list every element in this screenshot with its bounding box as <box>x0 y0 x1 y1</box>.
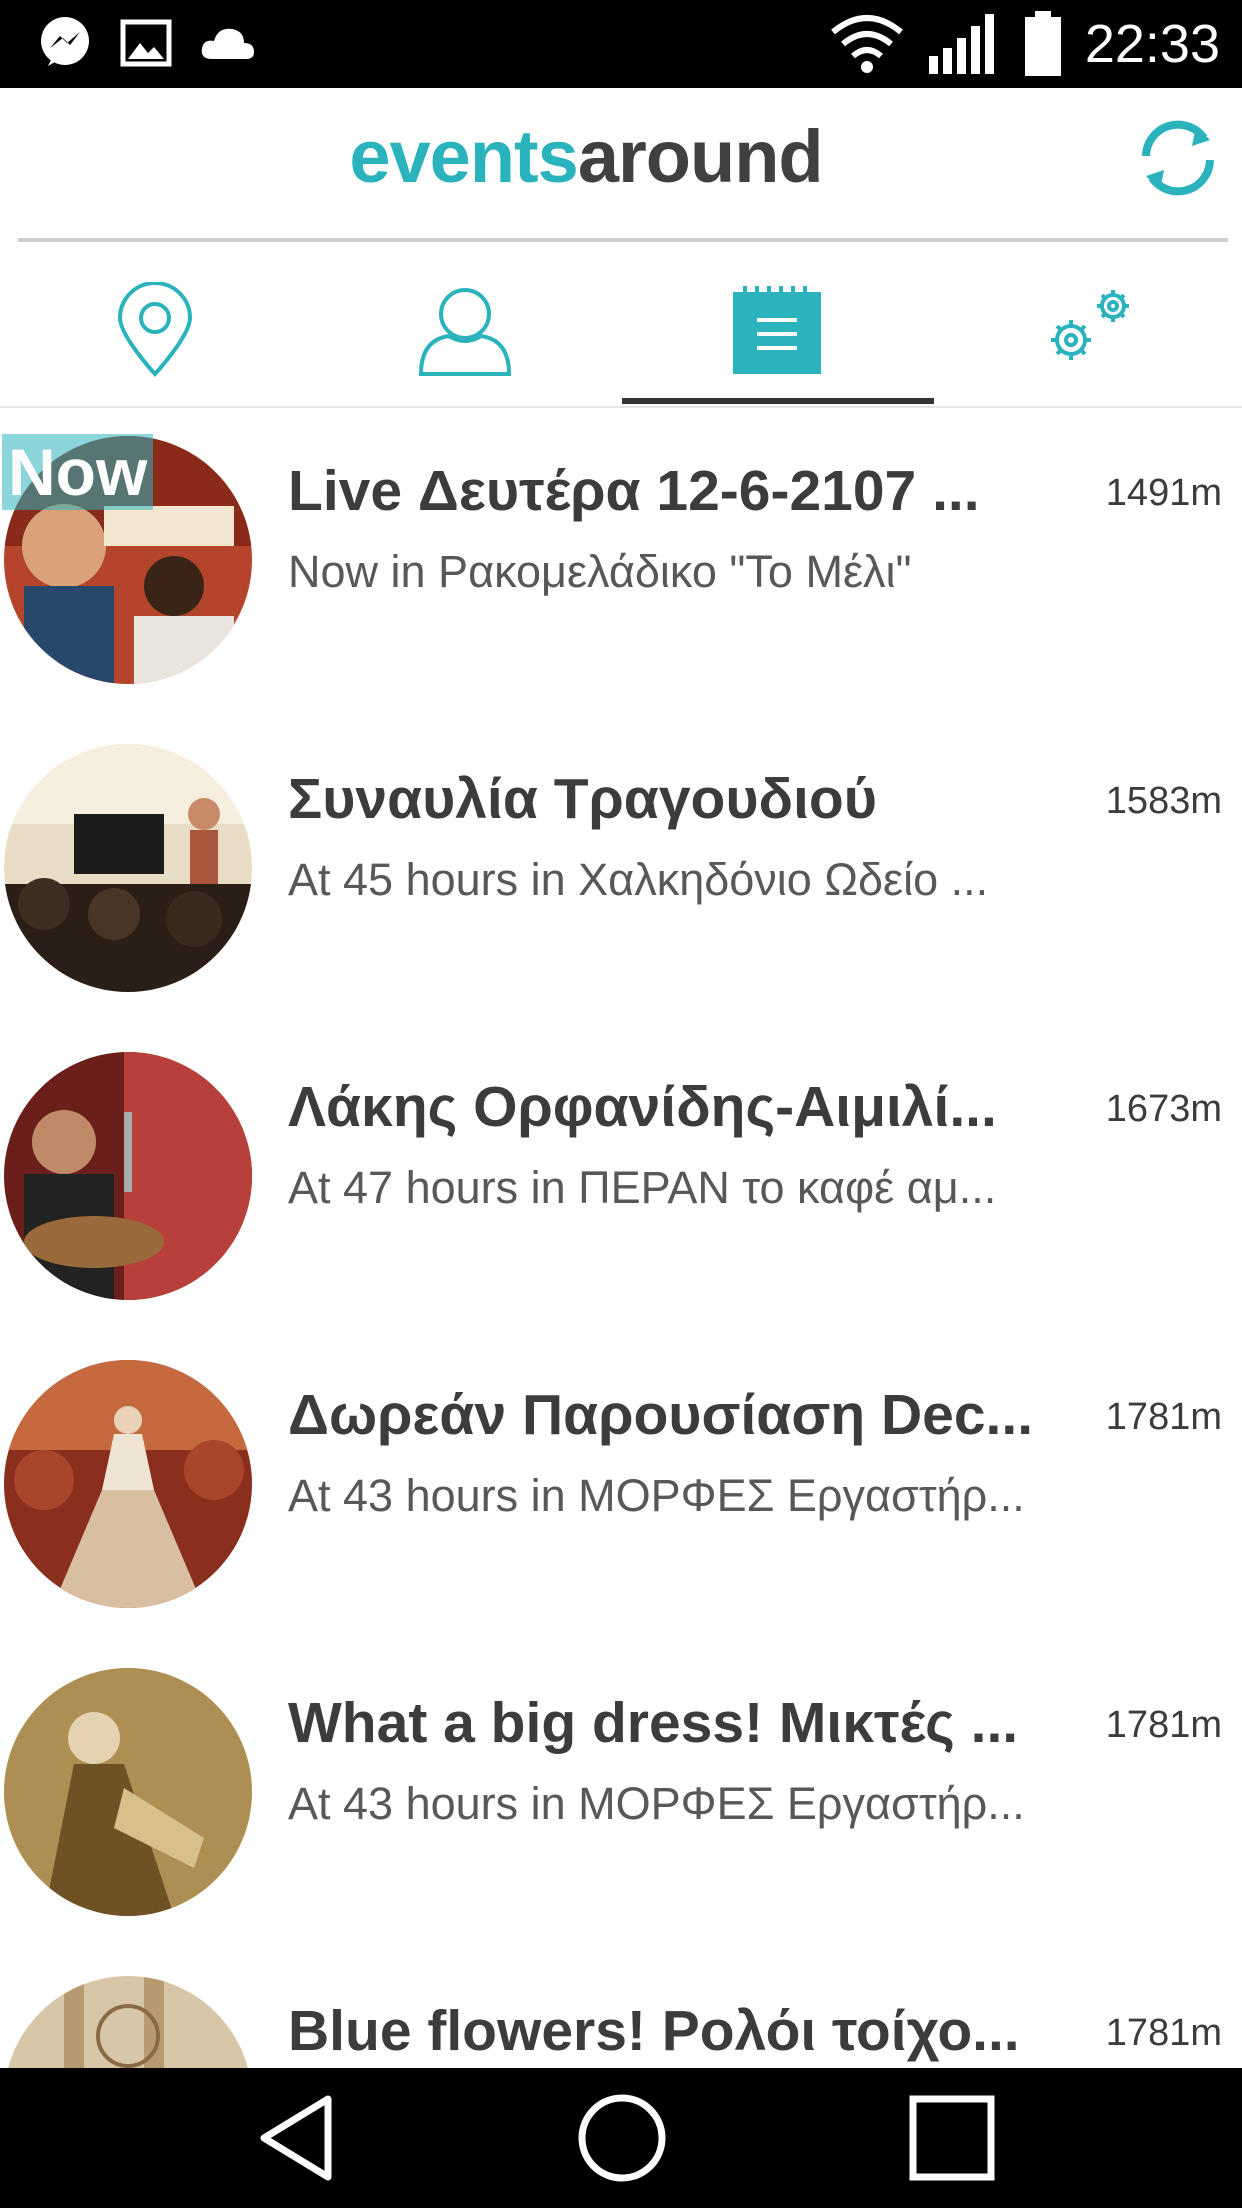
battery-icon <box>1024 11 1061 76</box>
list-item[interactable]: What a big dress! Μικτές ... At 43 hours… <box>0 1640 1242 1948</box>
clock: 22:33 <box>1084 14 1220 74</box>
event-title: Συναυλία Τραγουδιού <box>288 767 877 831</box>
list-item[interactable]: Λάκης Ορφανίδης-Αιμιλί... At 47 hours in… <box>0 1024 1242 1332</box>
recents-icon <box>909 2095 995 2181</box>
list-item[interactable]: Now Live Δευτέρα 12-6-2107 ... Now in Ρα… <box>0 408 1242 716</box>
event-thumbnail <box>4 744 252 992</box>
event-title: Live Δευτέρα 12-6-2107 ... <box>288 459 980 523</box>
event-title: What a big dress! Μικτές ... <box>288 1691 1019 1755</box>
event-thumbnail <box>4 1976 252 2068</box>
list-item[interactable]: Δωρεάν Παρουσίαση Dec... At 43 hours in … <box>0 1332 1242 1640</box>
status-bar: 22:33 <box>0 0 1242 88</box>
cloud-icon <box>201 28 254 59</box>
list-item[interactable]: Συναυλία Τραγουδιού At 45 hours in Χαλκη… <box>0 716 1242 1024</box>
events-list[interactable]: Now Live Δευτέρα 12-6-2107 ... Now in Ρα… <box>0 408 1242 2068</box>
back-button[interactable] <box>196 2068 396 2208</box>
tab-settings[interactable] <box>932 252 1242 408</box>
app-logo: eventsaround <box>0 114 1172 199</box>
app-bar: eventsaround <box>0 88 1242 242</box>
event-subtitle: At 47 hours in ΠΕΡΑΝ το καφέ αμ... <box>288 1162 997 1213</box>
tab-map[interactable] <box>0 252 310 408</box>
event-distance: 1781m <box>1105 2012 1222 2054</box>
tab-events-list[interactable] <box>622 252 932 408</box>
event-thumbnail <box>4 1668 252 1916</box>
wifi-icon <box>830 15 903 73</box>
home-button[interactable] <box>522 2068 722 2208</box>
event-subtitle: At 45 hours in Χαλκηδόνιο Ωδείο ... <box>288 854 989 905</box>
tab-bar <box>0 252 1242 408</box>
event-title: Blue flowers! Ρολόι τοίχο... <box>288 1999 1020 2063</box>
signal-icon <box>928 14 994 74</box>
event-distance: 1781m <box>1105 1704 1222 1746</box>
list-item[interactable]: Blue flowers! Ρολόι τοίχο... 1781m <box>0 1948 1242 2068</box>
back-icon <box>260 2095 332 2181</box>
now-badge: Now <box>2 434 154 510</box>
map-pin-icon <box>117 282 193 377</box>
tab-profile[interactable] <box>310 252 620 408</box>
system-nav-bar <box>0 2068 1242 2208</box>
event-thumbnail <box>4 1360 252 1608</box>
messenger-icon <box>41 17 89 66</box>
event-thumbnail <box>4 1052 252 1300</box>
image-icon <box>120 19 172 67</box>
home-icon <box>578 2094 666 2182</box>
app-bar-divider <box>18 238 1228 242</box>
recents-button[interactable] <box>852 2068 1052 2208</box>
tab-indicator <box>622 398 934 404</box>
event-distance: 1781m <box>1105 1396 1222 1438</box>
logo-part-events: events <box>349 115 578 198</box>
event-title: Λάκης Ορφανίδης-Αιμιλί... <box>288 1075 997 1139</box>
event-distance: 1673m <box>1105 1088 1222 1130</box>
event-distance: 1491m <box>1105 472 1222 514</box>
event-distance: 1583m <box>1105 780 1222 822</box>
logo-part-around: around <box>577 115 824 198</box>
event-subtitle: At 43 hours in ΜΟΡΦΕΣ Εργαστήρ... <box>288 1778 1025 1829</box>
event-subtitle: At 43 hours in ΜΟΡΦΕΣ Εργαστήρ... <box>288 1470 1025 1521</box>
refresh-icon[interactable] <box>1130 110 1226 206</box>
event-subtitle: Now in Ρακομελάδικο "Το Μέλι" <box>288 546 912 597</box>
list-icon <box>733 286 821 374</box>
settings-gears-icon <box>1051 290 1129 360</box>
profile-icon <box>418 288 512 376</box>
event-title: Δωρεάν Παρουσίαση Dec... <box>288 1383 1034 1447</box>
